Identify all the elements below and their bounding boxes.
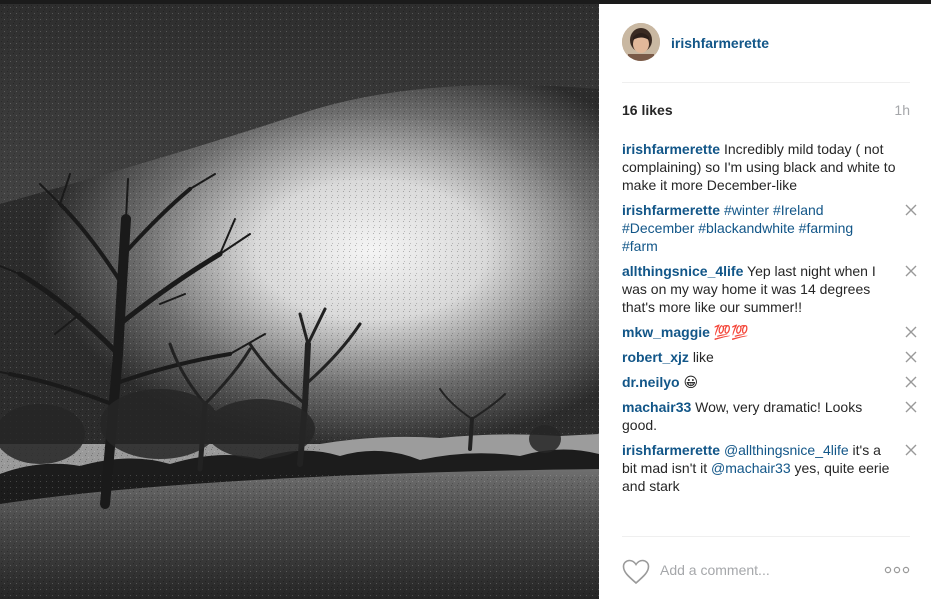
post-header: irishfarmerette: [622, 22, 910, 83]
close-icon[interactable]: [904, 443, 918, 457]
comment-username-link[interactable]: dr.neilyo: [622, 374, 680, 390]
close-icon[interactable]: [904, 325, 918, 339]
photo-image: [0, 4, 599, 599]
comment-item: machair33 Wow, very dramatic! Looks good…: [622, 398, 918, 434]
close-icon[interactable]: [904, 350, 918, 364]
comment-mention-link[interactable]: #farming: [799, 220, 853, 236]
comment-mention-link[interactable]: @machair33: [711, 460, 791, 476]
comment-item: dr.neilyo 😀: [622, 373, 918, 391]
comment-input[interactable]: [660, 559, 860, 581]
timestamp[interactable]: 1h: [894, 102, 910, 118]
likes-row: 16 likes 1h: [622, 102, 910, 118]
caption: irishfarmerette Incredibly mild today ( …: [622, 140, 910, 194]
more-options-icon[interactable]: [884, 565, 910, 575]
owner-username-link[interactable]: irishfarmerette: [671, 35, 769, 51]
likes-count[interactable]: 16 likes: [622, 102, 673, 118]
close-icon[interactable]: [904, 264, 918, 278]
comments-list: irishfarmerette Incredibly mild today ( …: [622, 140, 917, 502]
comment-item: robert_xjz like: [622, 348, 918, 366]
comment-text: 💯💯: [713, 324, 749, 340]
comment-mention-link[interactable]: @allthingsnice_4life: [724, 442, 849, 458]
post-details-panel: irishfarmerette 16 likes 1h irishfarmere…: [599, 4, 931, 599]
comment-item: mkw_maggie 💯💯: [622, 323, 918, 341]
comment-mention-link[interactable]: #Ireland: [773, 202, 824, 218]
comment-mention-link[interactable]: #winter: [724, 202, 769, 218]
avatar-image: [622, 23, 660, 61]
comment-mention-link[interactable]: #December: [622, 220, 694, 236]
comment-text: like: [692, 349, 714, 365]
close-icon[interactable]: [904, 375, 918, 389]
comment-username-link[interactable]: robert_xjz: [622, 349, 689, 365]
comment-username-link[interactable]: irishfarmerette: [622, 202, 720, 218]
avatar[interactable]: [622, 23, 660, 61]
comment-text: 😀: [683, 374, 699, 390]
close-icon[interactable]: [904, 203, 918, 217]
comment-mention-link[interactable]: #farm: [622, 238, 658, 254]
comment-mention-link[interactable]: #blackandwhite: [698, 220, 795, 236]
comment-username-link[interactable]: irishfarmerette: [622, 141, 720, 157]
close-icon[interactable]: [904, 400, 918, 414]
comment-username-link[interactable]: allthingsnice_4life: [622, 263, 743, 279]
comment-username-link[interactable]: mkw_maggie: [622, 324, 710, 340]
heart-icon[interactable]: [622, 559, 650, 585]
comment-username-link[interactable]: machair33: [622, 399, 691, 415]
post-photo[interactable]: [0, 4, 599, 599]
comment-item: allthingsnice_4life Yep last night when …: [622, 262, 918, 316]
comment-item: irishfarmerette #winter #Ireland #Decemb…: [622, 201, 918, 255]
comment-item: irishfarmerette @allthingsnice_4life it'…: [622, 441, 918, 495]
comment-username-link[interactable]: irishfarmerette: [622, 442, 720, 458]
post-footer: [622, 536, 910, 600]
